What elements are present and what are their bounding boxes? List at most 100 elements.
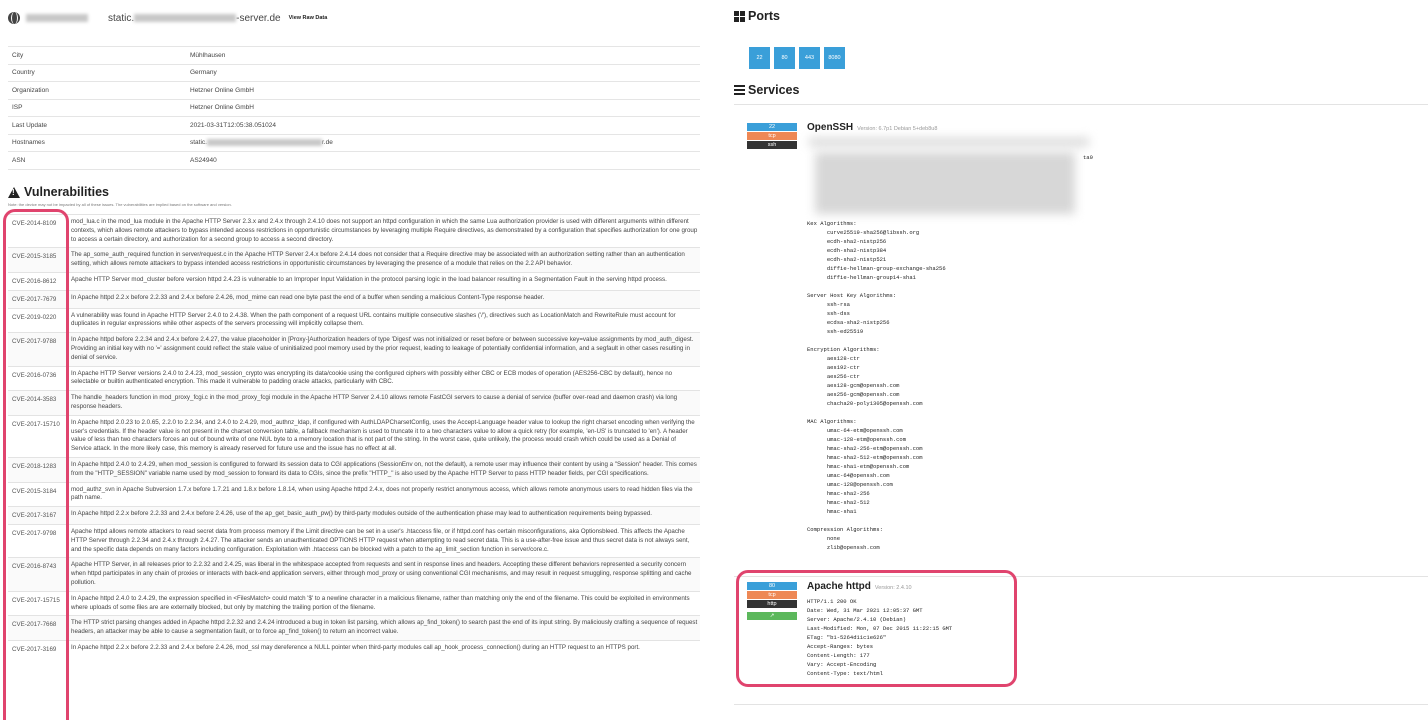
port-22-button[interactable]: 22: [749, 47, 770, 69]
info-value-suffix: r.de: [321, 139, 333, 147]
info-label: ASN: [8, 151, 186, 170]
info-label: Hostnames: [8, 133, 186, 152]
info-row: ISP Hetzner Online GmbH: [8, 98, 700, 117]
port-8080-button[interactable]: 8080: [824, 47, 845, 69]
vulnerability-row: CVE-2014-3583 The handle_headers function…: [8, 390, 700, 416]
cve-description: In Apache httpd 2.2.x before 2.2.33 and …: [69, 639, 700, 658]
info-row: Hostnames static. r.de: [8, 133, 700, 152]
cve-description: Apache httpd allows remote attackers to …: [69, 523, 700, 558]
port-443-button[interactable]: 443: [799, 47, 820, 69]
list-icon: [734, 84, 745, 96]
host-info-table: City Mühlhausen Country Germany Organization…: [8, 46, 700, 170]
info-value: static. r.de: [186, 133, 700, 152]
info-value-text: static.: [190, 139, 207, 147]
grid-icon: [734, 10, 745, 22]
vulnerability-row: CVE-2017-3167 In Apache httpd 2.2.x befor…: [8, 506, 700, 525]
info-label: Country: [8, 63, 186, 82]
ports-list: 22 80 443 8080: [749, 47, 845, 69]
vulnerability-row: CVE-2017-9798 Apache httpd allows remote …: [8, 523, 700, 558]
protocol-badge: tcp: [747, 132, 797, 140]
globe-icon: [8, 12, 20, 24]
http-highlight-box: [736, 570, 1017, 687]
ssh-algorithms: Kex Algorithms: curve25519-sha256@libssh…: [807, 220, 946, 551]
cve-description: In Apache httpd 2.0.23 to 2.0.65, 2.2.0 …: [69, 414, 700, 458]
vulnerability-row: CVE-2016-8743 Apache HTTP Server, in all …: [8, 557, 700, 592]
info-label: City: [8, 46, 186, 64]
info-label: Last Update: [8, 116, 186, 134]
vulnerabilities-note: Note: the device may not be impacted by …: [8, 202, 232, 207]
port-badge[interactable]: 22: [747, 123, 797, 131]
info-row: City Mühlhausen: [8, 46, 700, 64]
info-value: Hetzner Online GmbH: [186, 81, 700, 99]
vulnerability-row: CVE-2014-8109 mod_lua.c in the mod_lua mo…: [8, 213, 700, 248]
ports-heading: Ports: [734, 9, 780, 23]
vulnerability-row: CVE-2016-8612 Apache HTTP Server mod_clus…: [8, 271, 700, 291]
info-row: Last Update 2021-03-31T12:05:38.051024: [8, 116, 700, 134]
ssh-badges: 22 tcp ssh: [747, 123, 797, 150]
services-heading: Services: [734, 83, 799, 97]
divider: [734, 704, 1428, 705]
vulnerability-row: CVE-2017-15710 In Apache httpd 2.0.23 to …: [8, 414, 700, 458]
host-header: static. -server.de View Raw Data: [8, 10, 327, 26]
redacted-host: [134, 14, 237, 22]
cve-description: In Apache httpd 2.4.0 to 2.4.29, the exp…: [69, 590, 700, 616]
info-value: 2021-03-31T12:05:38.051024: [186, 116, 700, 134]
vulnerability-row: CVE-2017-9788 In Apache httpd before 2.2.…: [8, 332, 700, 367]
cve-description: The handle_headers function in mod_proxy…: [69, 390, 700, 416]
info-row: Country Germany: [8, 63, 700, 82]
info-row: Organization Hetzner Online GmbH: [8, 81, 700, 99]
info-value-text: Hetzner Online GmbH: [190, 104, 254, 112]
ssh-partial-text: ta0: [1083, 154, 1093, 161]
redacted-ip: [26, 14, 88, 22]
host-suffix: -server.de: [236, 12, 281, 24]
redacted-hostname: [206, 139, 322, 147]
redacted-banner: [809, 138, 1089, 146]
vulnerability-row: CVE-2018-1283 In Apache httpd 2.4.0 to 2.…: [8, 456, 700, 483]
vulnerability-row: CVE-2017-7668 The HTTP strict parsing cha…: [8, 615, 700, 641]
vulnerability-row: CVE-2017-15715 In Apache httpd 2.4.0 to 2…: [8, 590, 700, 616]
cve-description: In Apache httpd 2.2.x before 2.2.33 and …: [69, 506, 700, 525]
divider: [734, 104, 1428, 105]
vulnerability-row: CVE-2016-0736 In Apache HTTP Server versi…: [8, 365, 700, 391]
service-badge: ssh: [747, 141, 797, 149]
info-label: Organization: [8, 81, 186, 99]
info-row: ASN AS24940: [8, 151, 700, 170]
ssh-product: OpenSSH: [807, 122, 854, 133]
vulnerability-row: CVE-2015-3184 mod_authz_svn in Apache Sub…: [8, 481, 700, 507]
ssh-service-title: OpenSSH Version: 6.7p1 Debian 5+deb8u8: [807, 122, 937, 133]
info-value-text: Mühlhausen: [190, 51, 226, 59]
cve-description: In Apache httpd 2.2.x before 2.2.33 and …: [69, 289, 700, 309]
right-column: Ports 22 80 443 8080 Services 22 tcp ssh Op…: [727, 0, 1428, 720]
cve-description: The ap_some_auth_required function in se…: [69, 247, 700, 273]
info-value-text: AS24940: [190, 156, 217, 164]
info-value: Germany: [186, 63, 700, 82]
cve-highlight-box: [3, 209, 69, 720]
vulnerability-row: CVE-2019-0220 A vulnerability was found i…: [8, 307, 700, 333]
cve-description: Apache HTTP Server, in all releases prio…: [69, 557, 700, 592]
info-value: Mühlhausen: [186, 46, 700, 64]
port-80-button[interactable]: 80: [774, 47, 795, 69]
vulnerabilities-heading: Vulnerabilities: [8, 185, 109, 199]
view-raw-data-link[interactable]: View Raw Data: [289, 15, 328, 21]
host-prefix: static.: [108, 12, 135, 24]
info-value-text: 2021-03-31T12:05:38.051024: [190, 121, 277, 129]
left-column: static. -server.de View Raw Data City Müh…: [0, 0, 710, 720]
vulnerability-row: CVE-2017-7679 In Apache httpd 2.2.x befor…: [8, 289, 700, 309]
cve-description: Apache HTTP Server mod_cluster before ve…: [69, 271, 700, 291]
cve-description: The HTTP strict parsing changes added in…: [69, 615, 700, 641]
cve-description: mod_authz_svn in Apache Subversion 1.7.x…: [69, 481, 700, 507]
info-value-text: Germany: [190, 69, 217, 77]
vulnerability-row: CVE-2017-3169 In Apache httpd 2.2.x befor…: [8, 639, 700, 658]
redacted-key: [815, 152, 1075, 214]
info-value: Hetzner Online GmbH: [186, 98, 700, 117]
cve-description: A vulnerability was found in Apache HTTP…: [69, 307, 700, 333]
cve-description: mod_lua.c in the mod_lua module in the A…: [69, 213, 700, 248]
warning-icon: [8, 186, 20, 198]
info-label: ISP: [8, 98, 186, 117]
vulnerabilities-table: CVE-2014-8109 mod_lua.c in the mod_lua mo…: [8, 213, 700, 658]
ssh-version: Version: 6.7p1 Debian 5+deb8u8: [857, 126, 938, 132]
info-value: AS24940: [186, 151, 700, 170]
cve-description: In Apache httpd before 2.2.34 and 2.4.x …: [69, 332, 700, 367]
info-value-text: Hetzner Online GmbH: [190, 86, 254, 94]
vulnerability-row: CVE-2015-3185 The ap_some_auth_required f…: [8, 247, 700, 273]
